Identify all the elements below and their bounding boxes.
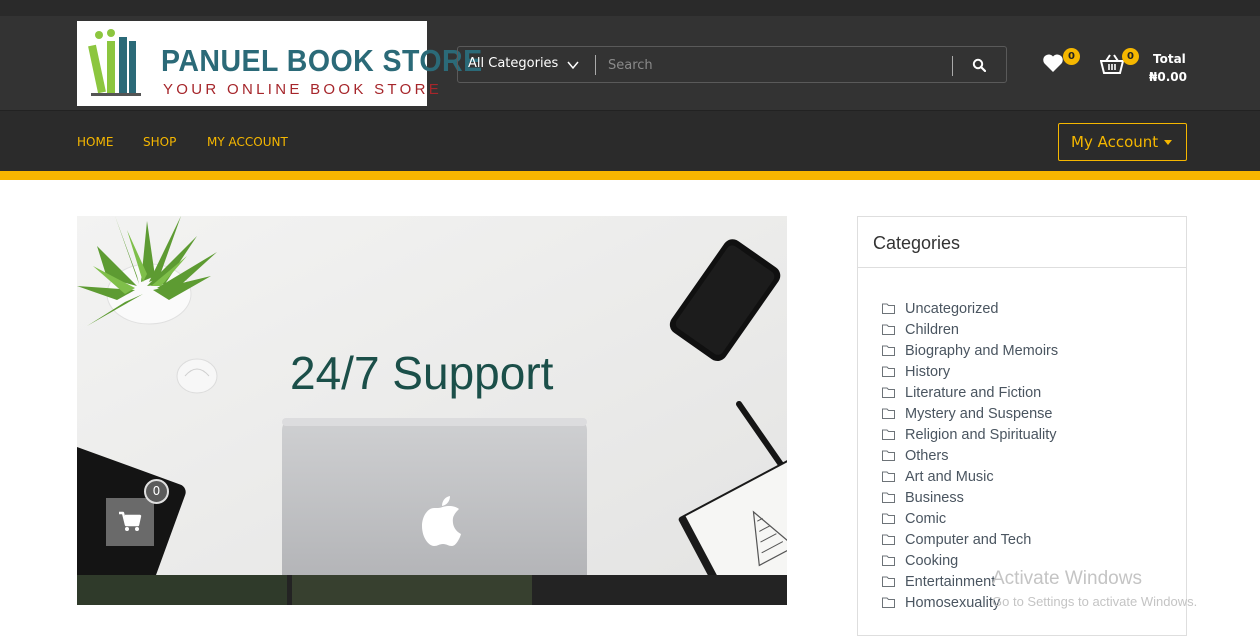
nav-item-home[interactable]: HOME [77,135,113,149]
cart-total-value: ₦0.00 [1149,70,1187,84]
folder-icon [882,576,895,587]
my-account-label: My Account [1071,133,1159,151]
books-logo-icon [88,29,141,96]
folder-icon [882,429,895,440]
category-item[interactable]: Religion and Spirituality [882,424,1058,445]
product-thumb[interactable] [292,575,532,605]
category-item[interactable]: Biography and Memoirs [882,340,1058,361]
category-label: Uncategorized [905,300,999,317]
folder-icon [882,345,895,356]
widget-title: Categories [873,233,961,253]
folder-icon [882,450,895,461]
divider [595,55,596,75]
folder-icon [882,597,895,608]
category-item[interactable]: Children [882,319,1058,340]
category-label: History [905,363,951,380]
folder-icon [882,387,895,398]
category-label: Others [905,447,949,464]
nav-item-my-account[interactable]: MY ACCOUNT [207,135,288,149]
folder-icon [882,324,895,335]
main-nav: HOME SHOP MY ACCOUNT My Account [0,111,1260,171]
top-strip [0,0,1260,16]
category-label: Children [905,321,959,338]
chevron-down-icon[interactable] [566,58,580,72]
accent-bar [0,171,1260,180]
widget-header: Categories [858,217,1186,268]
category-label: Literature and Fiction [905,384,1042,401]
folder-icon [882,513,895,524]
category-label: Entertainment [905,573,996,590]
category-item[interactable]: Uncategorized [882,298,1058,319]
site-header: PANUEL BOOK STORE YOUR ONLINE BOOK STORE… [0,16,1260,111]
divider [952,56,953,76]
category-label: Mystery and Suspense [905,405,1053,422]
hero-slider[interactable]: 24/7 Support 0 [77,216,787,575]
category-label: Art and Music [905,468,994,485]
watermark-line2: Go to Settings to activate Windows. [992,594,1198,609]
folder-icon [882,492,895,503]
category-label: Homosexuality [905,594,1001,611]
category-label: Religion and Spirituality [905,426,1057,443]
caret-down-icon [1164,140,1172,145]
brand-name: PANUEL BOOK STORE [161,43,483,78]
folder-icon [882,303,895,314]
cart-count-badge: 0 [1122,48,1139,65]
category-select[interactable]: All Categories [468,56,558,71]
nav-item-shop[interactable]: SHOP [143,135,176,149]
category-label: Cooking [905,552,959,569]
hero-title: 24/7 Support [290,347,554,399]
category-label: Business [905,489,964,506]
floating-cart-button[interactable] [106,498,154,546]
category-label: Comic [905,510,947,527]
category-label: Computer and Tech [905,531,1032,548]
activate-windows-watermark: Activate Windows Go to Settings to activ… [992,568,1197,609]
search-button[interactable] [963,53,995,77]
category-item[interactable]: History [882,361,1058,382]
category-item[interactable]: Computer and Tech [882,529,1058,550]
wishlist-count-badge: 0 [1063,48,1080,65]
folder-icon [882,366,895,377]
floating-cart-count: 0 [144,479,169,504]
basket-icon[interactable] [1100,53,1124,75]
folder-icon [882,408,895,419]
cart-total-label: Total [1153,52,1186,66]
category-item[interactable]: Literature and Fiction [882,382,1058,403]
folder-icon [882,555,895,566]
category-item[interactable]: Comic [882,508,1058,529]
category-label: Biography and Memoirs [905,342,1059,359]
folder-icon [882,471,895,482]
category-item[interactable]: Business [882,487,1058,508]
watermark-line1: Activate Windows [992,568,1142,589]
search-icon [972,58,986,72]
category-item[interactable]: Others [882,445,1058,466]
search-bar: All Categories [457,46,1007,83]
my-account-dropdown-button[interactable]: My Account [1058,123,1187,161]
category-item[interactable]: Mystery and Suspense [882,403,1058,424]
search-input[interactable] [608,52,938,78]
product-thumb[interactable] [77,575,287,605]
category-item[interactable]: Art and Music [882,466,1058,487]
category-list: Uncategorized Children Biography and Mem… [882,298,1058,613]
brand-tagline: YOUR ONLINE BOOK STORE [163,81,443,98]
folder-icon [882,534,895,545]
shopping-cart-icon [119,511,142,531]
heart-icon[interactable] [1042,53,1064,73]
site-logo[interactable]: PANUEL BOOK STORE YOUR ONLINE BOOK STORE [77,21,482,106]
